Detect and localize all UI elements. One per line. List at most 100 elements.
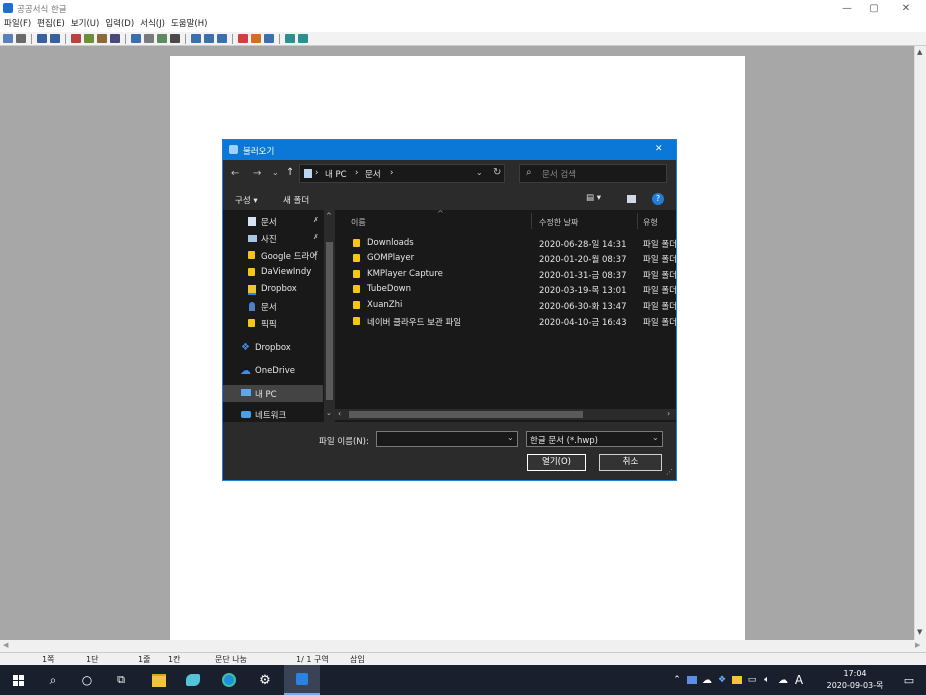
nav-item-onedrive[interactable]: ☁ OneDrive: [223, 364, 323, 380]
menu-file[interactable]: 파일(F): [4, 17, 31, 32]
table-icon[interactable]: [170, 34, 180, 43]
char-shape-icon[interactable]: [131, 34, 141, 43]
nav-item-dropbox-root[interactable]: ❖ Dropbox: [223, 341, 323, 357]
menu-insert[interactable]: 입력(D): [105, 17, 134, 32]
forward-arrow-icon[interactable]: →: [253, 168, 261, 179]
list-item[interactable]: GOMPlayer 2020-01-20-월 08:37 파일 폴더: [341, 251, 676, 266]
resize-grip-icon[interactable]: ⋰: [666, 468, 673, 476]
tray-network-icon[interactable]: ▭: [746, 665, 758, 695]
ime-indicator[interactable]: A: [791, 665, 807, 695]
file-explorer-icon[interactable]: [142, 665, 176, 695]
start-button[interactable]: [0, 665, 36, 695]
column-icon[interactable]: [191, 34, 201, 43]
app-swift-icon[interactable]: [176, 665, 210, 695]
tray-dropbox-icon[interactable]: ❖: [716, 665, 728, 695]
list-item[interactable]: 네이버 클라우드 보관 파일 2020-04-10-금 16:43 파일 폴더: [341, 314, 676, 329]
horizontal-scrollbar[interactable]: ◀ ▶: [0, 640, 926, 652]
breadcrumb-documents[interactable]: 문서: [365, 168, 381, 180]
spell-icon[interactable]: [238, 34, 248, 43]
copy-icon[interactable]: [84, 34, 94, 43]
address-dropdown-icon[interactable]: ⌄: [476, 168, 483, 177]
nav-scroll-up-icon[interactable]: ^: [326, 212, 332, 220]
list-item[interactable]: TubeDown 2020-03-19-목 13:01 파일 폴더: [341, 282, 676, 297]
zoom-icon[interactable]: [285, 34, 295, 43]
view-icon[interactable]: [298, 34, 308, 43]
nav-item-network[interactable]: 네트워크: [223, 407, 323, 423]
new-doc-icon[interactable]: [3, 34, 13, 43]
shape-icon[interactable]: [217, 34, 227, 43]
refresh-icon[interactable]: ↻: [493, 167, 501, 178]
edge-icon[interactable]: [212, 665, 246, 695]
tray-expand-icon[interactable]: ⌃: [670, 665, 684, 695]
nav-item-daviewindy[interactable]: DaViewIndy: [223, 265, 323, 281]
up-arrow-icon[interactable]: ↑: [286, 167, 294, 178]
volume-icon[interactable]: 🔈︎: [760, 665, 774, 695]
notification-icon[interactable]: ▭: [896, 665, 922, 695]
hangul-app-icon[interactable]: [284, 665, 320, 695]
para-shape-icon[interactable]: [144, 34, 154, 43]
menu-view[interactable]: 보기(U): [71, 17, 100, 32]
filename-dropdown-icon[interactable]: ⌄: [507, 433, 514, 442]
nav-item-user-documents[interactable]: 문서: [223, 299, 323, 315]
open-button[interactable]: 열기(O): [527, 454, 586, 471]
filetype-dropdown-icon[interactable]: ⌄: [652, 433, 659, 442]
scroll-up-icon[interactable]: ▲: [917, 48, 922, 56]
recent-chevron-icon[interactable]: ⌄: [272, 168, 279, 177]
filename-input[interactable]: ⌄: [376, 431, 518, 447]
search-icon[interactable]: ⌕: [36, 665, 70, 695]
print-icon[interactable]: [16, 34, 26, 43]
nav-item-picpick[interactable]: 픽픽: [223, 316, 323, 332]
filetype-select[interactable]: 한글 문서 (*.hwp) ⌄: [526, 431, 663, 447]
find-icon[interactable]: [251, 34, 261, 43]
tray-onedrive-icon[interactable]: ☁: [701, 665, 713, 695]
view-options-icon[interactable]: ▤ ▾: [586, 193, 601, 203]
nav-scrollbar[interactable]: ^ ⌄: [324, 210, 335, 422]
task-view-icon[interactable]: ⧉: [104, 665, 138, 695]
list-item[interactable]: XuanZhi 2020-06-30-화 13:47 파일 폴더: [341, 298, 676, 313]
nav-item-mypc[interactable]: 내 PC: [223, 385, 323, 402]
nav-item-dropbox[interactable]: Dropbox: [223, 282, 323, 298]
cortana-icon[interactable]: ○: [70, 665, 104, 695]
back-arrow-icon[interactable]: ←: [231, 168, 239, 179]
scroll-down-icon[interactable]: ▼: [917, 628, 922, 636]
preview-pane-icon[interactable]: [627, 195, 636, 203]
maximize-button[interactable]: ▢: [863, 2, 885, 15]
format-copy-icon[interactable]: [110, 34, 120, 43]
image-icon[interactable]: [204, 34, 214, 43]
search-input[interactable]: 문서 검색: [542, 168, 576, 180]
list-scroll-left-icon[interactable]: ‹: [338, 409, 341, 418]
list-item[interactable]: KMPlayer Capture 2020-01-31-금 08:37 파일 폴…: [341, 267, 676, 282]
cancel-button[interactable]: 취소: [599, 454, 662, 471]
list-scroll-right-icon[interactable]: ›: [667, 409, 670, 418]
nav-scroll-thumb[interactable]: [326, 242, 333, 400]
list-horizontal-scrollbar[interactable]: ‹ ›: [335, 409, 676, 420]
vertical-scrollbar[interactable]: ▲ ▼: [914, 46, 926, 640]
cut-icon[interactable]: [71, 34, 81, 43]
organize-button[interactable]: 구성 ▾: [235, 194, 258, 206]
settings-gear-icon[interactable]: ⚙: [248, 665, 282, 695]
undo-icon[interactable]: [37, 34, 47, 43]
clock[interactable]: 17:04 2020-09-03-목: [815, 668, 895, 692]
close-button[interactable]: ✕: [895, 2, 917, 15]
dialog-close-icon[interactable]: ✕: [655, 144, 663, 154]
nav-scroll-down-icon[interactable]: ⌄: [326, 409, 332, 417]
pin-icon[interactable]: ✗: [313, 216, 319, 224]
new-folder-button[interactable]: 새 폴더: [283, 194, 309, 206]
nav-item-pictures[interactable]: 사진 ✗: [223, 231, 323, 247]
style-icon[interactable]: [157, 34, 167, 43]
redo-icon[interactable]: [50, 34, 60, 43]
minimize-button[interactable]: —: [836, 2, 858, 15]
status-insert[interactable]: 삽입: [350, 654, 365, 665]
nav-item-google-drive[interactable]: Google 드라이 ✗: [223, 248, 323, 264]
list-scroll-thumb[interactable]: [349, 411, 583, 418]
tray-folder-icon[interactable]: [731, 665, 743, 695]
pin-icon[interactable]: ✗: [313, 250, 319, 258]
breadcrumb-mypc[interactable]: 내 PC: [325, 168, 347, 180]
help-icon[interactable]: ?: [652, 193, 664, 205]
list-item[interactable]: Downloads 2020-06-28-일 14:31 파일 폴더: [341, 236, 676, 251]
menu-edit[interactable]: 편집(E): [37, 17, 65, 32]
pin-icon[interactable]: ✗: [313, 233, 319, 241]
nav-item-documents[interactable]: 문서 ✗: [223, 214, 323, 230]
menu-help[interactable]: 도움말(H): [171, 17, 207, 32]
scroll-right-icon[interactable]: ▶: [915, 641, 920, 649]
